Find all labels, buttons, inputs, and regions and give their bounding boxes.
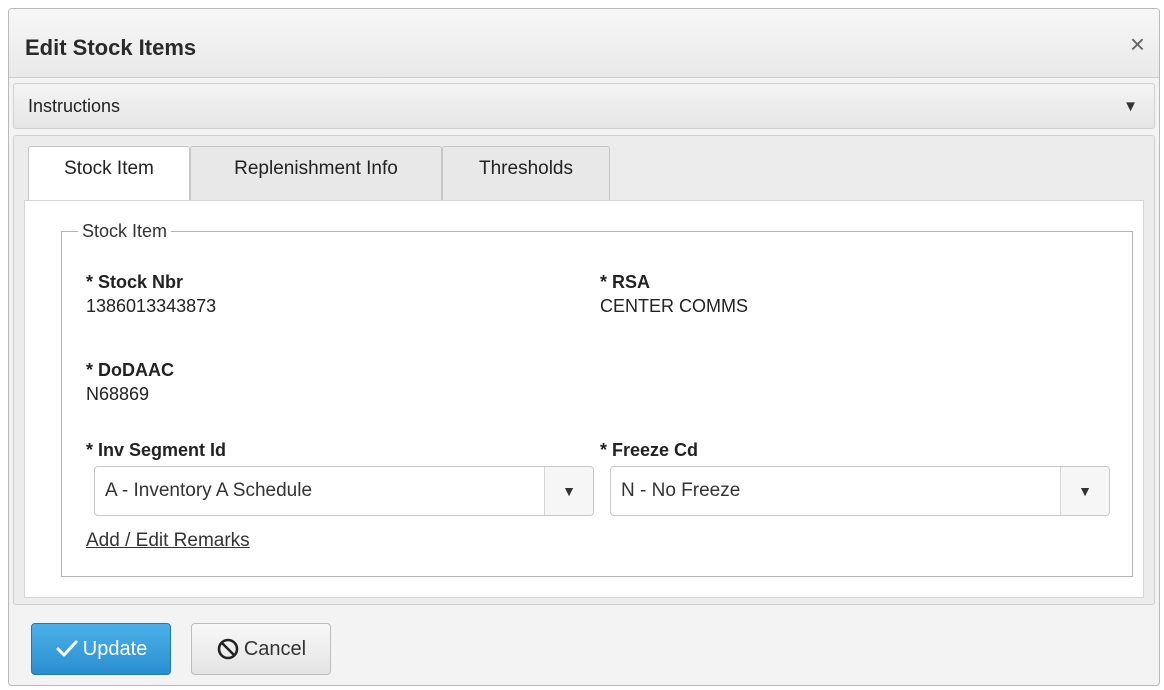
instructions-accordion[interactable]: Instructions ▼ bbox=[13, 83, 1155, 129]
update-button[interactable]: Update bbox=[31, 623, 171, 675]
instructions-label: Instructions bbox=[28, 96, 121, 116]
cancel-button[interactable]: Cancel bbox=[191, 623, 331, 675]
inv-segment-label: * Inv Segment Id bbox=[86, 440, 227, 460]
dodaac-label: * DoDAAC bbox=[86, 360, 174, 380]
tab-replenishment-info[interactable]: Replenishment Info bbox=[190, 146, 442, 200]
rsa-label: * RSA bbox=[600, 272, 651, 292]
tab-stock-item[interactable]: Stock Item bbox=[28, 146, 190, 202]
inv-segment-value: A - Inventory A Schedule bbox=[105, 480, 313, 501]
stock-item-fieldset: Stock Item * Stock Nbr 1386013343873 * R… bbox=[61, 221, 1133, 577]
dialog-title: Edit Stock Items bbox=[25, 35, 197, 60]
dialog-titlebar: Edit Stock Items × bbox=[9, 9, 1159, 78]
dialog-footer: Update Cancel bbox=[9, 607, 1159, 685]
caret-down-icon: ▼ bbox=[1123, 98, 1138, 115]
dodaac-value: N68869 bbox=[86, 384, 150, 404]
tab-thresholds[interactable]: Thresholds bbox=[442, 146, 610, 200]
tabs-panel: Stock Item Replenishment Info Thresholds… bbox=[13, 135, 1155, 605]
inv-segment-select[interactable]: A - Inventory A Schedule ▼ bbox=[94, 466, 594, 516]
edit-stock-items-dialog: Edit Stock Items × Instructions ▼ Stock … bbox=[8, 8, 1160, 686]
chevron-down-icon[interactable]: ▼ bbox=[544, 467, 593, 515]
update-label: Update bbox=[82, 637, 148, 660]
close-icon[interactable]: × bbox=[1130, 31, 1145, 57]
freeze-cd-value: N - No Freeze bbox=[621, 480, 741, 501]
rsa-value: CENTER COMMS bbox=[600, 296, 748, 316]
stock-nbr-label: * Stock Nbr bbox=[86, 272, 184, 292]
fieldset-legend: Stock Item bbox=[82, 221, 168, 241]
tab-content: Stock Item * Stock Nbr 1386013343873 * R… bbox=[24, 200, 1144, 598]
freeze-cd-select[interactable]: N - No Freeze ▼ bbox=[610, 466, 1110, 516]
cancel-label: Cancel bbox=[243, 637, 307, 660]
freeze-cd-label: * Freeze Cd bbox=[600, 440, 699, 460]
chevron-down-icon[interactable]: ▼ bbox=[1060, 467, 1109, 515]
checkmark-icon bbox=[56, 640, 78, 657]
stock-nbr-value: 1386013343873 bbox=[86, 296, 217, 316]
prohibited-icon bbox=[217, 638, 239, 660]
add-edit-remarks-link[interactable]: Add / Edit Remarks bbox=[86, 530, 250, 552]
